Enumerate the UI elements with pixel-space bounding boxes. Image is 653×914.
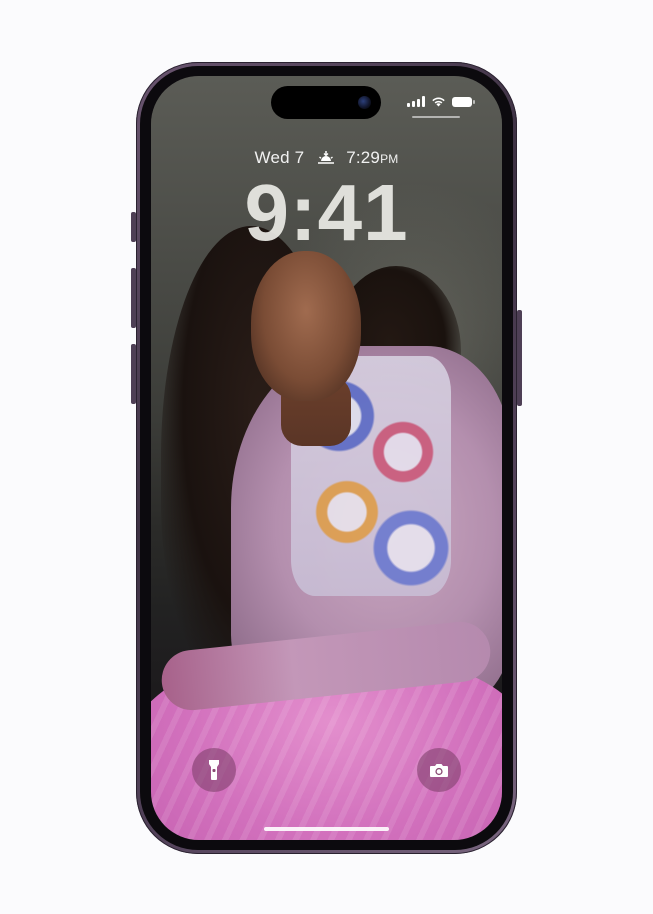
side-button [517, 310, 522, 406]
lock-clock[interactable]: 9:41 [151, 168, 502, 258]
camera-icon [430, 764, 448, 777]
cellular-signal-icon [407, 96, 425, 107]
home-indicator[interactable] [264, 827, 389, 831]
date-label: Wed 7 [254, 148, 305, 167]
flashlight-button[interactable] [192, 748, 236, 792]
notification-indicator [412, 116, 460, 118]
product-image: Wed 7 7:29PM 9:41 [0, 0, 653, 914]
date-widget[interactable]: Wed 7 7:29PM [151, 148, 502, 168]
sunset-icon [318, 151, 335, 164]
wifi-icon [432, 97, 445, 107]
sunset-ampm: PM [380, 152, 399, 166]
front-camera-icon [358, 96, 371, 109]
lock-screen: Wed 7 7:29PM 9:41 [151, 76, 502, 840]
status-bar [407, 96, 475, 107]
dynamic-island [271, 86, 381, 119]
battery-icon [452, 96, 475, 107]
sunset-time: 7:29 [346, 148, 381, 167]
flashlight-icon [209, 760, 219, 780]
camera-button[interactable] [417, 748, 461, 792]
